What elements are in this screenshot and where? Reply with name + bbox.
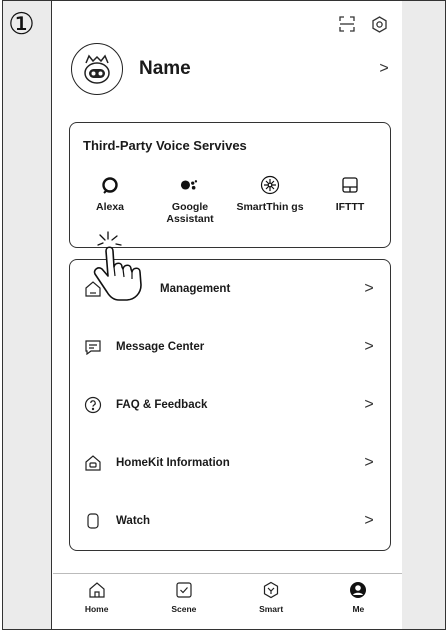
instruction-frame: ① Name > Third-Party Voice Servives Alex… xyxy=(2,0,446,630)
tab-me[interactable]: Me xyxy=(315,574,402,629)
google-assistant-icon xyxy=(180,175,200,195)
service-label: SmartThin gs xyxy=(236,201,304,213)
service-label: Google Assistant xyxy=(166,201,214,225)
left-gutter: ① xyxy=(3,1,52,629)
service-label: IFTTT xyxy=(335,201,365,213)
scan-icon[interactable] xyxy=(338,15,356,33)
service-label: Alexa xyxy=(95,201,125,213)
home-tab-icon xyxy=(87,580,107,600)
voice-services-title: Third-Party Voice Servives xyxy=(83,138,247,153)
profile-row[interactable]: Name > xyxy=(71,41,391,97)
chevron-right-icon: > xyxy=(364,338,374,355)
me-tab-icon xyxy=(348,580,368,600)
tab-label: Me xyxy=(352,604,365,614)
watch-icon xyxy=(84,512,102,530)
alexa-icon xyxy=(100,175,120,195)
phone-screen: Name > Third-Party Voice Servives Alexa … xyxy=(53,1,402,629)
robot-avatar-icon xyxy=(71,43,123,95)
help-icon xyxy=(84,396,102,414)
tab-scene[interactable]: Scene xyxy=(140,574,227,629)
menu-item-label: FAQ & Feedback xyxy=(116,399,208,411)
ifttt-icon xyxy=(340,175,360,195)
header-actions xyxy=(338,15,388,33)
menu-item-label: Watch xyxy=(116,515,151,527)
scene-tab-icon xyxy=(174,580,194,600)
step-marker: ① xyxy=(8,7,35,42)
service-ifttt[interactable]: IFTTT xyxy=(310,175,390,225)
tab-label: Smart xyxy=(259,604,284,614)
chevron-right-icon: > xyxy=(364,396,374,413)
menu-item-label: Message Center xyxy=(116,341,205,353)
bottom-tab-bar: Home Scene Smart Me xyxy=(53,573,402,629)
menu-item-label: HomeKit Information xyxy=(116,457,230,469)
service-smartthings[interactable]: SmartThin gs xyxy=(230,175,310,225)
tab-smart[interactable]: Smart xyxy=(228,574,315,629)
voice-services-list: Alexa Google Assistant SmartThin gs IFTT… xyxy=(70,175,390,225)
smartthings-icon xyxy=(260,175,280,195)
homekit-icon xyxy=(84,454,102,472)
menu-item-message-center[interactable]: Message Center > xyxy=(70,318,390,376)
settings-icon[interactable] xyxy=(370,15,388,33)
menu-item-faq-feedback[interactable]: FAQ & Feedback > xyxy=(70,376,390,434)
hand-pointer-icon xyxy=(93,231,142,301)
chevron-right-icon: > xyxy=(364,454,374,471)
tab-home[interactable]: Home xyxy=(53,574,140,629)
menu-item-homekit-information[interactable]: HomeKit Information > xyxy=(70,434,390,492)
menu-item-watch[interactable]: Watch > xyxy=(70,492,390,550)
service-alexa[interactable]: Alexa xyxy=(70,175,150,225)
right-gutter xyxy=(401,1,445,629)
service-google-assistant[interactable]: Google Assistant xyxy=(150,175,230,225)
chevron-right-icon: > xyxy=(379,60,389,77)
chevron-right-icon: > xyxy=(364,280,374,297)
smart-tab-icon xyxy=(261,580,281,600)
tab-label: Home xyxy=(84,604,109,614)
message-icon xyxy=(84,338,102,356)
tab-label: Scene xyxy=(171,604,197,614)
chevron-right-icon: > xyxy=(364,512,374,529)
profile-name: Name xyxy=(139,58,191,79)
